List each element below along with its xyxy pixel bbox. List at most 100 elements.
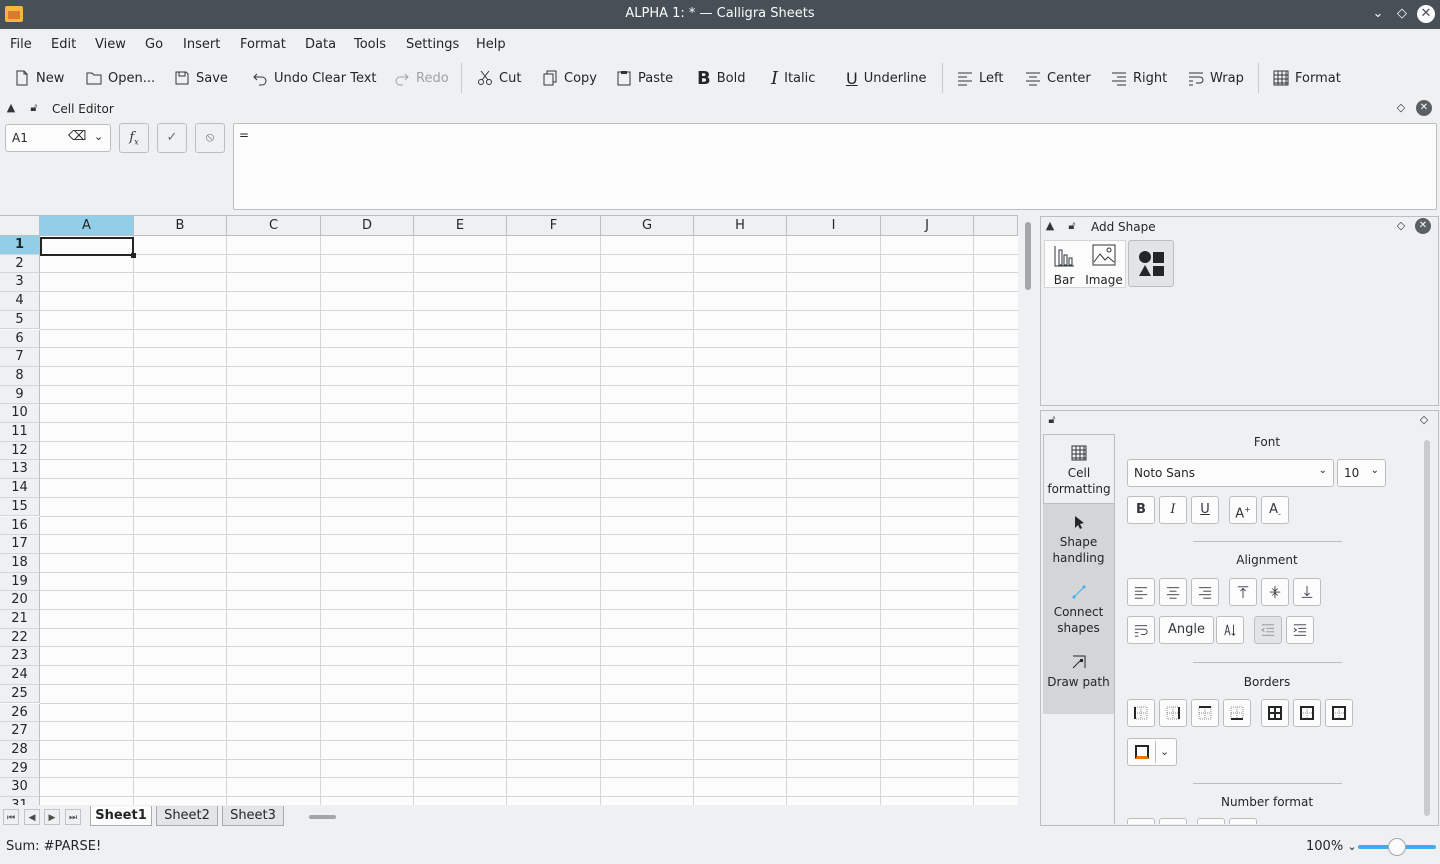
menu-settings[interactable]: Settings — [406, 37, 459, 52]
row-header-4[interactable]: 4 — [0, 292, 40, 311]
row-header-25[interactable]: 25 — [0, 684, 40, 704]
float-icon[interactable]: ◇ — [1393, 100, 1409, 116]
column-header-j[interactable]: J — [881, 216, 974, 236]
tool-connect-shapes[interactable]: Connect shapes — [1043, 574, 1114, 644]
last-sheet-icon[interactable]: ⏭ — [65, 809, 81, 825]
row-header-10[interactable]: 10 — [0, 404, 40, 423]
minimize-icon[interactable]: ⌄ — [1369, 5, 1387, 23]
number-format-button[interactable] — [1127, 818, 1155, 824]
number-format-button[interactable] — [1159, 818, 1187, 824]
column-header-a[interactable]: A — [40, 216, 134, 236]
horizontal-scrollbar[interactable] — [309, 815, 336, 819]
row-header-18[interactable]: 18 — [0, 553, 40, 573]
formula-editor[interactable]: = — [233, 123, 1437, 210]
cancel-button[interactable]: ⦸ — [195, 123, 225, 153]
collapse-icon[interactable]: ▲ — [3, 100, 19, 116]
column-header-h[interactable]: H — [694, 216, 787, 236]
menu-format[interactable]: Format — [240, 37, 286, 52]
align-bottom-button[interactable] — [1293, 578, 1321, 606]
row-header-16[interactable]: 16 — [0, 516, 40, 536]
border-all-button[interactable] — [1261, 699, 1289, 727]
row-header-7[interactable]: 7 — [0, 348, 40, 367]
close-dock-icon[interactable]: ✕ — [1416, 100, 1432, 116]
sheet-tab-2[interactable]: Sheet2 — [156, 806, 218, 826]
row-header-28[interactable]: 28 — [0, 740, 40, 760]
row-header-26[interactable]: 26 — [0, 703, 40, 723]
tool-draw-path[interactable]: Draw path — [1043, 644, 1114, 714]
row-header-3[interactable]: 3 — [0, 273, 40, 293]
save-button[interactable]: Save — [174, 67, 228, 89]
column-header-b[interactable]: B — [134, 216, 227, 236]
cell-align-center-button[interactable] — [1159, 578, 1187, 606]
row-header-13[interactable]: 13 — [0, 460, 40, 480]
cut-button[interactable]: Cut — [477, 67, 521, 89]
zoom-select[interactable]: 100% ⌄ — [1306, 839, 1357, 854]
row-header-27[interactable]: 27 — [0, 722, 40, 741]
column-header-f[interactable]: F — [507, 216, 601, 236]
select-all-corner[interactable] — [0, 216, 40, 236]
bar-chart-shape[interactable]: Bar — [1044, 244, 1084, 290]
float-icon[interactable]: ◇ — [1416, 412, 1432, 428]
lock-icon[interactable]: 🔓︎ — [1064, 218, 1080, 234]
row-header-6[interactable]: 6 — [0, 329, 40, 349]
prev-sheet-icon[interactable]: ◀ — [24, 809, 40, 825]
italic-button[interactable]: I Italic — [771, 67, 815, 89]
function-button[interactable]: fx — [119, 123, 149, 153]
border-right-button[interactable] — [1159, 699, 1187, 727]
cell-align-right-button[interactable] — [1191, 578, 1219, 606]
row-header-23[interactable]: 23 — [0, 647, 40, 667]
angle-button[interactable]: Angle — [1159, 616, 1214, 644]
column-header-e[interactable]: E — [414, 216, 507, 236]
selected-cell[interactable] — [40, 237, 136, 258]
row-header-5[interactable]: 5 — [0, 310, 40, 330]
sheet-tab-3[interactable]: Sheet3 — [222, 806, 284, 826]
row-header-14[interactable]: 14 — [0, 479, 40, 498]
column-header-d[interactable]: D — [321, 216, 414, 236]
border-bottom-button[interactable] — [1223, 699, 1251, 727]
lock-icon[interactable]: 🔓︎ — [1044, 412, 1060, 428]
column-header-overflow[interactable] — [974, 216, 1018, 236]
menu-data[interactable]: Data — [305, 37, 336, 52]
align-center-button[interactable]: Center — [1025, 67, 1091, 89]
border-top-button[interactable] — [1191, 699, 1219, 727]
row-header-9[interactable]: 9 — [0, 385, 40, 405]
font-bold-button[interactable]: B — [1127, 496, 1155, 524]
next-sheet-icon[interactable]: ▶ — [44, 809, 60, 825]
paste-button[interactable]: Paste — [616, 67, 673, 89]
close-window-icon[interactable]: ✕ — [1417, 5, 1435, 23]
menu-insert[interactable]: Insert — [183, 37, 220, 52]
menu-tools[interactable]: Tools — [354, 37, 386, 52]
underline-button[interactable]: U Underline — [846, 67, 927, 89]
new-button[interactable]: New — [14, 67, 64, 89]
row-header-20[interactable]: 20 — [0, 591, 40, 610]
row-header-12[interactable]: 12 — [0, 441, 40, 461]
sheet-tab-1[interactable]: Sheet1 — [90, 806, 152, 826]
vertical-scrollbar[interactable] — [1025, 222, 1031, 290]
options-scrollbar[interactable] — [1424, 440, 1430, 816]
align-top-button[interactable] — [1229, 578, 1257, 606]
spreadsheet-grid[interactable]: ABCDEFGHIJ 1 2 3 4 5 6 7 8 9 10 11 12 13 14 15 16 17 18 19… — [0, 215, 1018, 805]
close-dock-icon[interactable]: ✕ — [1415, 218, 1431, 234]
float-icon[interactable]: ◇ — [1393, 218, 1409, 234]
row-header-22[interactable]: 22 — [0, 628, 40, 648]
row-header-11[interactable]: 11 — [0, 423, 40, 442]
menu-edit[interactable]: Edit — [51, 37, 76, 52]
font-grow-button[interactable]: A+ — [1229, 496, 1257, 524]
font-family-select[interactable]: Noto Sans ⌄ — [1127, 459, 1334, 487]
decrease-indent-button[interactable] — [1254, 616, 1282, 644]
redo-button[interactable]: Redo — [394, 67, 449, 89]
border-outline-button[interactable] — [1293, 699, 1321, 727]
row-header-29[interactable]: 29 — [0, 759, 40, 779]
row-header-1[interactable]: 1 — [0, 236, 40, 255]
shape-category-button[interactable] — [1128, 240, 1174, 287]
row-header-21[interactable]: 21 — [0, 610, 40, 629]
align-left-button[interactable]: Left — [957, 67, 1003, 89]
row-header-17[interactable]: 17 — [0, 535, 40, 554]
border-inside-button[interactable] — [1325, 699, 1353, 727]
row-header-15[interactable]: 15 — [0, 497, 40, 517]
row-header-19[interactable]: 19 — [0, 572, 40, 592]
font-size-select[interactable]: 10 ⌄ — [1337, 459, 1386, 487]
vertical-text-button[interactable] — [1216, 616, 1244, 644]
maximize-icon[interactable]: ◇ — [1393, 5, 1411, 23]
font-underline-button[interactable]: U — [1191, 496, 1219, 524]
